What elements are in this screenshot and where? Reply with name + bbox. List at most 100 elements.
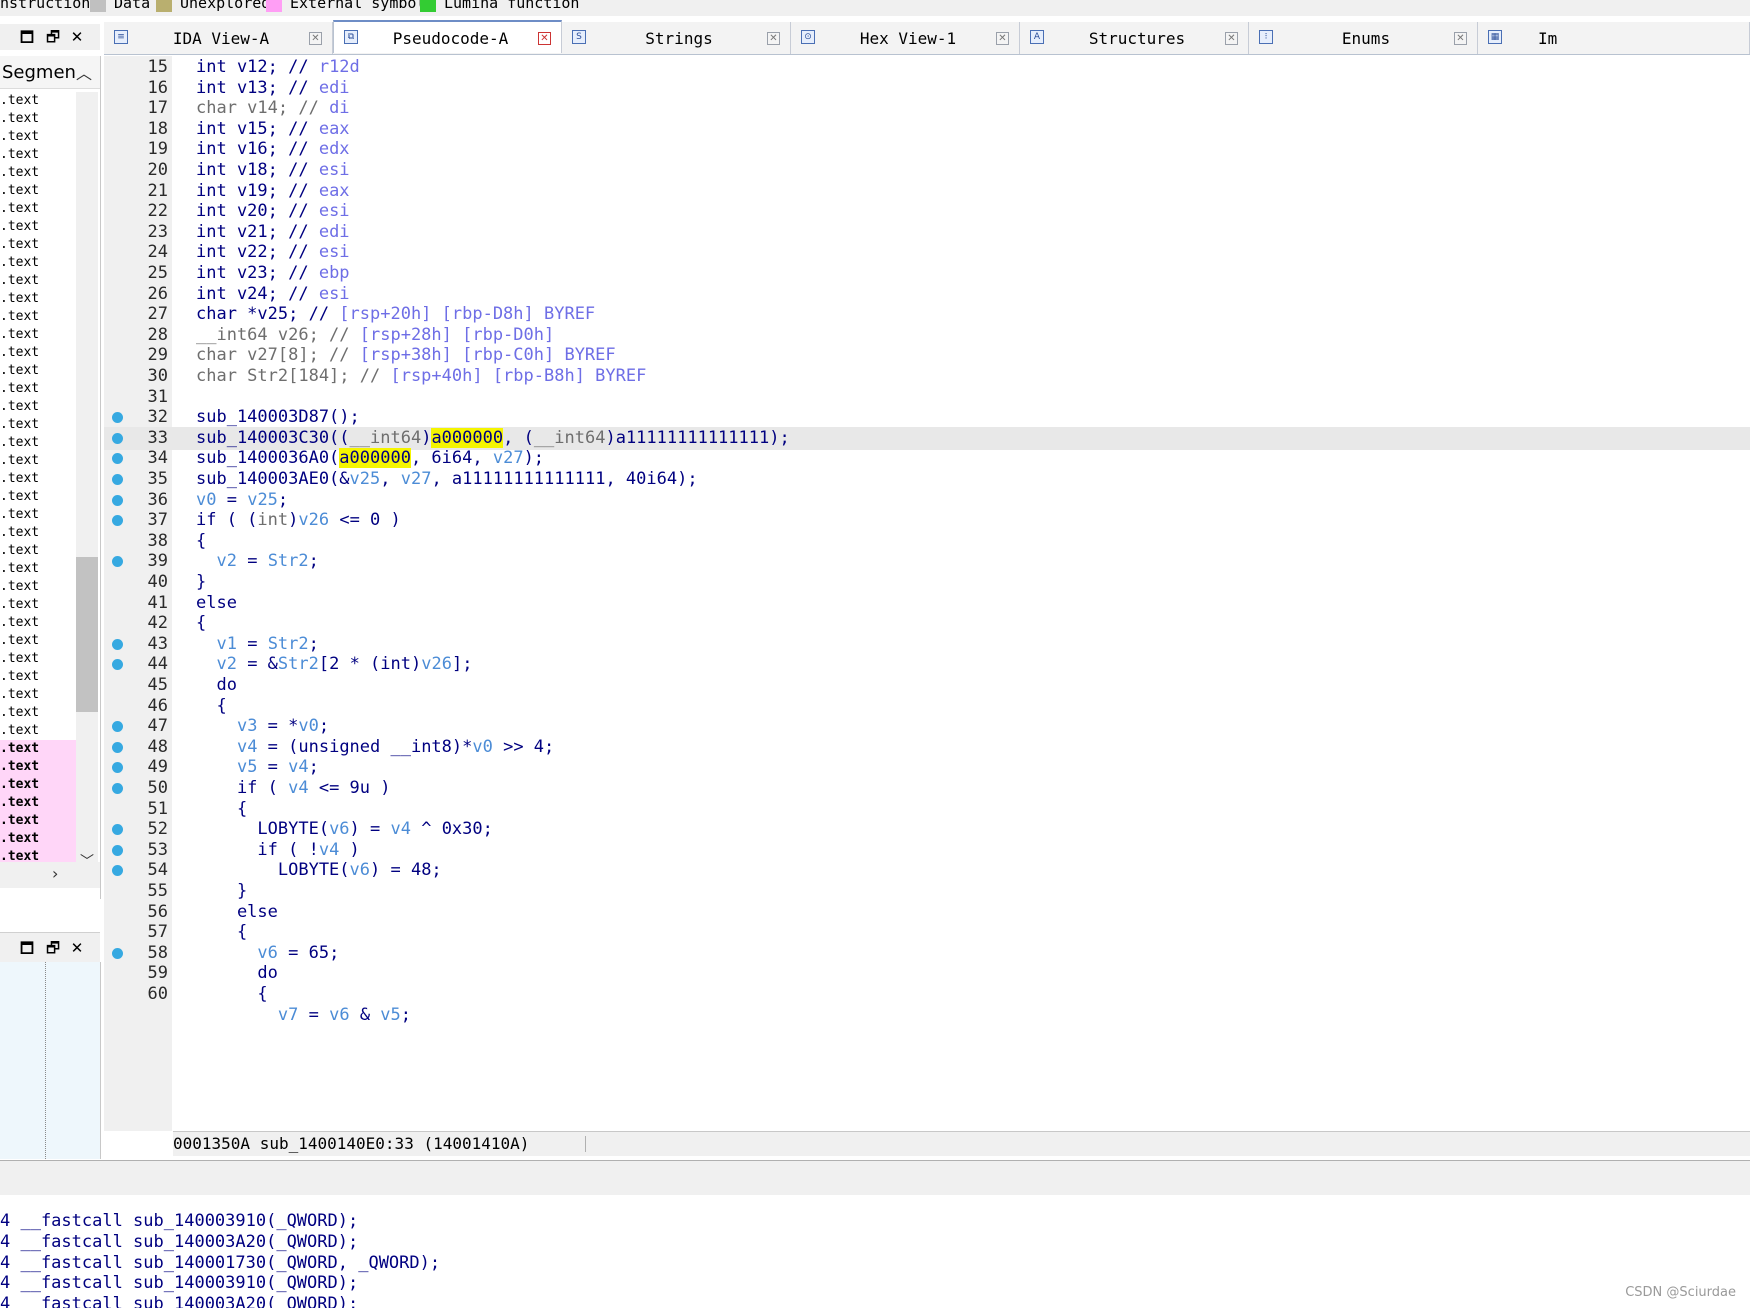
code-line[interactable]: 27 char *v25; // [rsp+20h] [rbp-D8h] BYRE… <box>104 303 1750 326</box>
close-tab-icon[interactable]: ✕ <box>1225 32 1238 45</box>
code-line[interactable]: 54 LOBYTE(v6) = 48; <box>104 859 1750 882</box>
code-line[interactable]: 56 else <box>104 901 1750 924</box>
float-icon[interactable]: 🗗 <box>44 939 62 957</box>
code-line[interactable]: 28 __int64 v26; // [rsp+28h] [rbp-D0h] <box>104 324 1750 347</box>
segment-row[interactable]: .text <box>0 236 76 254</box>
code-line[interactable]: 18 int v15; // eax <box>104 118 1750 141</box>
segment-row[interactable]: .text <box>0 290 76 308</box>
segments-header[interactable]: Segmen ︿ <box>0 56 100 89</box>
tab-enums[interactable]: ⁝ Enums ✕ <box>1249 22 1478 54</box>
code-line[interactable]: 31 <box>104 386 1750 409</box>
code-line[interactable]: 48 v4 = (unsigned __int8)*v0 >> 4; <box>104 736 1750 759</box>
code-line[interactable]: 15 int v12; // r12d <box>104 56 1750 79</box>
code-line[interactable]: 23 int v21; // edi <box>104 221 1750 244</box>
segment-row[interactable]: .text <box>0 362 76 380</box>
close-tab-icon[interactable]: ✕ <box>767 32 780 45</box>
segment-row[interactable]: .text <box>0 380 76 398</box>
vertical-scrollbar[interactable] <box>76 92 98 862</box>
float-icon[interactable]: 🗗 <box>44 28 62 46</box>
code-line[interactable]: 37 if ( (int)v26 <= 0 ) <box>104 509 1750 532</box>
segment-row[interactable]: .text <box>0 506 76 524</box>
code-line[interactable]: 50 if ( v4 <= 9u ) <box>104 777 1750 800</box>
tab-strings[interactable]: S Strings ✕ <box>562 22 791 54</box>
segment-row[interactable]: .text <box>0 686 76 704</box>
close-icon[interactable]: ✕ <box>68 28 86 46</box>
segment-row[interactable]: .text <box>0 830 76 848</box>
code-line[interactable]: 57 { <box>104 921 1750 944</box>
code-line[interactable]: 36 v0 = v25; <box>104 489 1750 512</box>
segment-row[interactable]: .text <box>0 722 76 740</box>
segment-row[interactable]: .text <box>0 254 76 272</box>
segment-row[interactable]: .text <box>0 632 76 650</box>
segment-row[interactable]: .text <box>0 218 76 236</box>
tab-im[interactable]: ▦ Im <box>1478 22 1750 54</box>
segment-row[interactable]: .text <box>0 128 76 146</box>
segment-row[interactable]: .text <box>0 452 76 470</box>
code-line[interactable]: 43 v1 = Str2; <box>104 633 1750 656</box>
chevron-up-icon[interactable]: ︿ <box>76 60 92 84</box>
bottom-splitter[interactable] <box>0 1160 1750 1196</box>
close-tab-icon[interactable]: ✕ <box>538 32 551 45</box>
code-line[interactable]: 59 do <box>104 962 1750 985</box>
code-line[interactable]: 33 sub_140003C30((__int64)a000000, (__int… <box>104 426 1750 450</box>
segment-row[interactable]: .text <box>0 578 76 596</box>
segment-row[interactable]: .text <box>0 164 76 182</box>
code-line[interactable]: 58 v6 = 65; <box>104 942 1750 965</box>
code-line[interactable]: 35 sub_140003AE0(&v25, v27, a111111111111… <box>104 468 1750 491</box>
code-line[interactable]: 34 sub_1400036A0(a000000, 6i64, v27); <box>104 447 1750 470</box>
tab-ida-view-a[interactable]: ≡ IDA View-A ✕ <box>104 22 333 54</box>
code-line[interactable]: 41 else <box>104 592 1750 615</box>
code-line[interactable]: 22 int v20; // esi <box>104 200 1750 223</box>
segment-row[interactable]: .text <box>0 182 76 200</box>
segment-row[interactable]: .text <box>0 596 76 614</box>
maximize-icon[interactable]: 🗖 <box>18 28 36 46</box>
segment-row[interactable]: .text <box>0 344 76 362</box>
segment-row[interactable]: .text <box>0 542 76 560</box>
segment-row[interactable]: .text <box>0 434 76 452</box>
segment-row[interactable]: .text <box>0 524 76 542</box>
code-line[interactable]: 49 v5 = v4; <box>104 756 1750 779</box>
close-tab-icon[interactable]: ✕ <box>309 32 322 45</box>
code-line[interactable]: 17 char v14; // di <box>104 97 1750 120</box>
code-line[interactable]: 25 int v23; // ebp <box>104 262 1750 285</box>
code-line[interactable]: 60 { <box>104 983 1750 1006</box>
code-line[interactable]: 16 int v13; // edi <box>104 77 1750 100</box>
pseudocode-view[interactable]: 15 int v12; // r12d 16 int v13; // edi 17 cha… <box>104 56 1750 1131</box>
segment-row[interactable]: .text <box>0 758 76 776</box>
code-line[interactable]: 52 LOBYTE(v6) = v4 ^ 0x30; <box>104 818 1750 841</box>
segment-row[interactable]: .text <box>0 110 76 128</box>
code-line[interactable]: 26 int v24; // esi <box>104 283 1750 306</box>
segment-row[interactable]: .text <box>0 812 76 830</box>
segment-row[interactable]: .text <box>0 776 76 794</box>
code-line[interactable]: 38 { <box>104 530 1750 553</box>
segment-row[interactable]: .text <box>0 704 76 722</box>
segment-row[interactable]: .text <box>0 470 76 488</box>
segment-row[interactable]: .text <box>0 272 76 290</box>
code-line[interactable]: 21 int v19; // eax <box>104 180 1750 203</box>
code-line[interactable]: 42 { <box>104 612 1750 635</box>
maximize-icon[interactable]: 🗖 <box>18 939 36 957</box>
code-line[interactable]: 32 sub_140003D87(); <box>104 406 1750 429</box>
code-line[interactable]: 30 char Str2[184]; // [rsp+40h] [rbp-B8h]… <box>104 365 1750 388</box>
segment-row[interactable]: .text <box>0 326 76 344</box>
tab-structures[interactable]: A Structures ✕ <box>1020 22 1249 54</box>
code-line[interactable]: 53 if ( !v4 ) <box>104 839 1750 862</box>
segment-row[interactable]: .text <box>0 668 76 686</box>
output-pane[interactable]: 4 __fastcall sub_140003910(_QWORD); 4 __f… <box>0 1195 1750 1308</box>
code-line[interactable]: v7 = v6 & v5; <box>104 1004 1750 1027</box>
tab-hex-view-1[interactable]: ⊙ Hex View-1 ✕ <box>791 22 1020 54</box>
code-line[interactable]: 47 v3 = *v0; <box>104 715 1750 738</box>
code-line[interactable]: 39 v2 = Str2; <box>104 550 1750 573</box>
close-tab-icon[interactable]: ✕ <box>996 32 1009 45</box>
code-line[interactable]: 19 int v16; // edx <box>104 138 1750 161</box>
segment-row[interactable]: .text <box>0 740 76 758</box>
close-icon[interactable]: ✕ <box>68 939 86 957</box>
segment-row[interactable]: .text <box>0 794 76 812</box>
horizontal-scrollbar[interactable]: › <box>0 862 100 888</box>
segment-row[interactable]: .text <box>0 146 76 164</box>
segment-row[interactable]: .text <box>0 308 76 326</box>
segment-row[interactable]: .text <box>0 416 76 434</box>
segment-row[interactable]: .text <box>0 560 76 578</box>
segment-row[interactable]: .text <box>0 488 76 506</box>
close-tab-icon[interactable]: ✕ <box>1454 32 1467 45</box>
